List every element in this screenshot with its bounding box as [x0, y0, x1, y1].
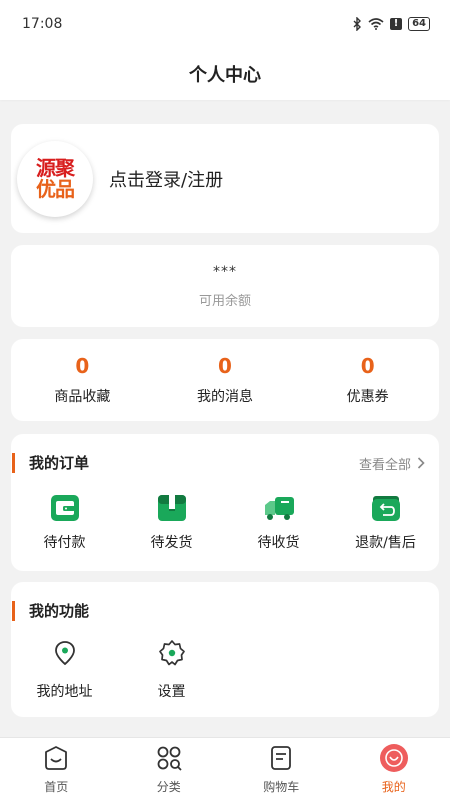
orders-card: 我的订单 查看全部 待付款 待发货 待收货 退款/售后	[11, 434, 439, 571]
functions-row: 我的地址 设置	[11, 639, 225, 701]
home-bag-icon	[45, 746, 68, 770]
tab-cart[interactable]: 购物车	[225, 738, 338, 800]
gear-icon	[158, 640, 185, 666]
view-all-orders-link[interactable]: 查看全部	[359, 454, 425, 473]
balance-label: 可用余额	[198, 293, 251, 309]
login-card[interactable]: 源聚 优品 点击登录/注册	[11, 124, 439, 233]
func-label: 我的地址	[36, 684, 93, 700]
stat-label: 商品收藏	[54, 389, 111, 405]
stat-label: 我的消息	[197, 389, 253, 405]
wallet-icon	[50, 495, 79, 521]
tab-home[interactable]: 首页	[0, 738, 113, 800]
bluetooth-icon	[353, 17, 362, 31]
order-pending-receipt[interactable]: 待收货	[225, 492, 332, 552]
status-icons: ! 64	[352, 17, 430, 31]
order-label: 待发货	[150, 535, 193, 551]
stat-value: 0	[360, 354, 375, 378]
tab-label: 分类	[156, 780, 181, 794]
category-grid-icon	[157, 746, 182, 771]
page-title: 个人中心	[0, 48, 450, 100]
cart-list-icon	[271, 746, 292, 770]
functions-header: 我的功能	[11, 599, 439, 623]
wifi-icon	[368, 18, 384, 30]
functions-title: 我的功能	[12, 601, 89, 621]
order-label: 退款/售后	[355, 535, 416, 551]
battery-indicator: 64	[408, 17, 430, 31]
chevron-right-icon	[417, 457, 425, 469]
smile-face-icon	[379, 744, 408, 772]
order-pending-shipment[interactable]: 待发货	[118, 492, 225, 552]
balance-value: ***	[213, 263, 237, 280]
stats-card: 0 商品收藏 0 我的消息 0 优惠券	[11, 339, 439, 421]
balance-card[interactable]: *** 可用余额	[11, 245, 439, 327]
status-bar: 17:08 ! 64	[0, 0, 450, 48]
tab-label: 首页	[44, 780, 69, 794]
orders-header: 我的订单 查看全部	[11, 451, 439, 475]
alert-icon: !	[390, 18, 403, 30]
order-label: 待收货	[257, 535, 300, 551]
box-icon	[157, 495, 186, 521]
brand-logo: 源聚 优品	[17, 140, 93, 217]
tab-category[interactable]: 分类	[113, 738, 226, 800]
orders-title: 我的订单	[12, 453, 89, 473]
order-refund-aftersale[interactable]: 退款/售后	[332, 492, 439, 552]
location-pin-icon	[54, 641, 75, 666]
stat-messages[interactable]: 0 我的消息	[154, 354, 297, 406]
stat-value: 0	[75, 354, 90, 378]
order-pending-payment[interactable]: 待付款	[11, 492, 118, 552]
functions-card: 我的功能 我的地址 设置	[11, 582, 439, 717]
orders-row: 待付款 待发货 待收货 退款/售后	[11, 492, 439, 552]
func-settings[interactable]: 设置	[118, 639, 225, 701]
truck-icon	[264, 497, 294, 520]
order-label: 待付款	[43, 535, 86, 551]
stat-favorites[interactable]: 0 商品收藏	[11, 354, 154, 406]
tab-label: 购物车	[263, 780, 300, 794]
tab-mine[interactable]: 我的	[338, 738, 450, 800]
tab-label: 我的	[381, 780, 406, 794]
refund-icon	[371, 496, 400, 521]
bottom-tabbar: 首页 分类 购物车 我的	[0, 737, 450, 800]
stat-value: 0	[218, 354, 232, 378]
status-time: 17:08	[22, 16, 63, 32]
func-label: 设置	[157, 684, 186, 700]
stat-label: 优惠券	[346, 389, 389, 405]
login-register-link[interactable]: 点击登录/注册	[109, 166, 223, 192]
func-my-address[interactable]: 我的地址	[11, 639, 118, 701]
view-all-label: 查看全部	[358, 457, 411, 473]
stat-coupons[interactable]: 0 优惠券	[296, 354, 439, 406]
